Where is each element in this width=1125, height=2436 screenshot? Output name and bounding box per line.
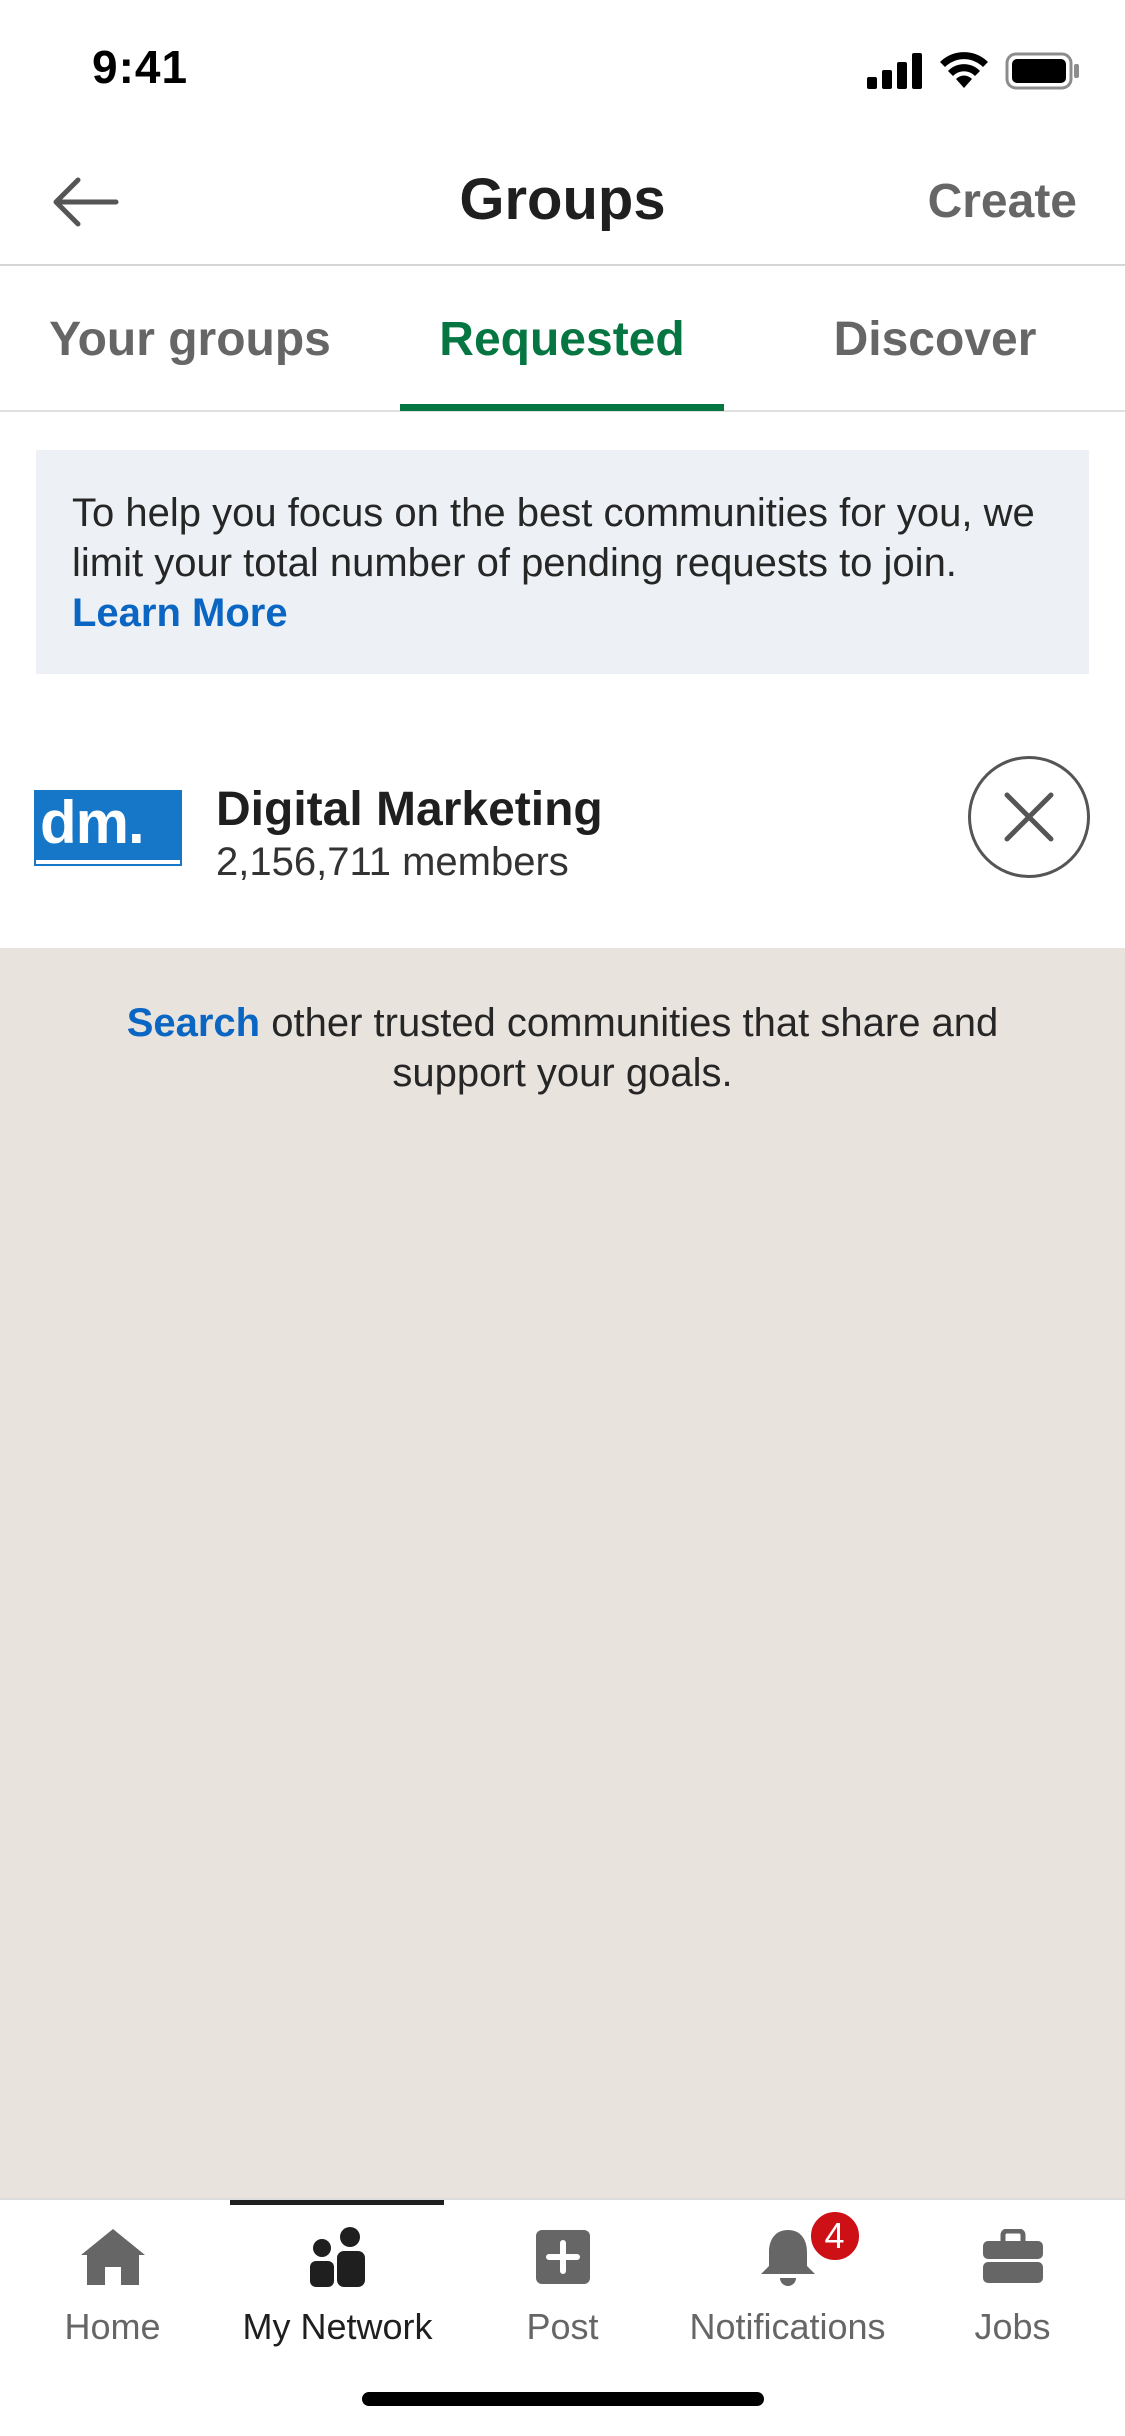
info-banner: To help you focus on the best communitie…: [36, 450, 1089, 674]
nav-my-network[interactable]: My Network: [225, 2200, 450, 2360]
tab-discover[interactable]: Discover: [760, 266, 1110, 412]
learn-more-link[interactable]: Learn More: [72, 591, 288, 635]
search-hint-text: other trusted communities that share and…: [271, 1001, 999, 1095]
cellular-signal-icon: [867, 53, 922, 89]
group-member-count: 2,156,711 members: [216, 840, 569, 884]
nav-jobs-label: Jobs: [974, 2306, 1051, 2347]
notifications-badge: 4: [806, 2208, 863, 2264]
group-logo: dm.: [36, 792, 180, 864]
my-network-icon: [309, 2227, 365, 2287]
nav-my-network-label: My Network: [242, 2306, 433, 2347]
status-bar: 9:41: [0, 0, 1125, 140]
close-icon: [1004, 792, 1054, 842]
status-time: 9:41: [92, 41, 189, 93]
tab-requested[interactable]: Requested: [400, 266, 724, 412]
nav-notifications[interactable]: 4 Notifications: [675, 2200, 900, 2360]
withdraw-request-button[interactable]: [968, 756, 1090, 878]
header: Groups Create: [0, 140, 1125, 266]
group-name[interactable]: Digital Marketing: [216, 782, 603, 837]
active-tab-indicator: [400, 404, 724, 411]
group-request-row[interactable]: dm. Digital Marketing 2,156,711 members: [0, 740, 1125, 950]
create-button[interactable]: Create: [928, 174, 1077, 229]
banner-text: To help you focus on the best communitie…: [72, 491, 1035, 585]
groups-screen: 9:41 Groups Create Your groups Requested…: [0, 0, 1125, 2436]
briefcase-icon: [982, 2229, 1043, 2283]
tab-bar: Your groups Requested Discover: [0, 266, 1125, 412]
home-icon: [80, 2229, 145, 2285]
post-icon: [535, 2230, 590, 2284]
nav-notifications-label: Notifications: [689, 2306, 886, 2347]
tab-your-groups[interactable]: Your groups: [0, 266, 380, 412]
nav-post[interactable]: Post: [450, 2200, 675, 2360]
home-indicator: [362, 2392, 764, 2406]
nav-jobs[interactable]: Jobs: [900, 2200, 1125, 2360]
nav-home[interactable]: Home: [0, 2200, 225, 2360]
wifi-icon: [940, 52, 988, 88]
search-link[interactable]: Search: [127, 1001, 260, 1045]
status-icons: [867, 52, 1081, 90]
search-hint: Search other trusted communities that sh…: [60, 998, 1065, 1098]
group-logo-text: dm.: [40, 789, 145, 856]
nav-post-label: Post: [526, 2306, 599, 2347]
battery-icon: [1005, 52, 1079, 90]
nav-home-label: Home: [64, 2306, 161, 2347]
